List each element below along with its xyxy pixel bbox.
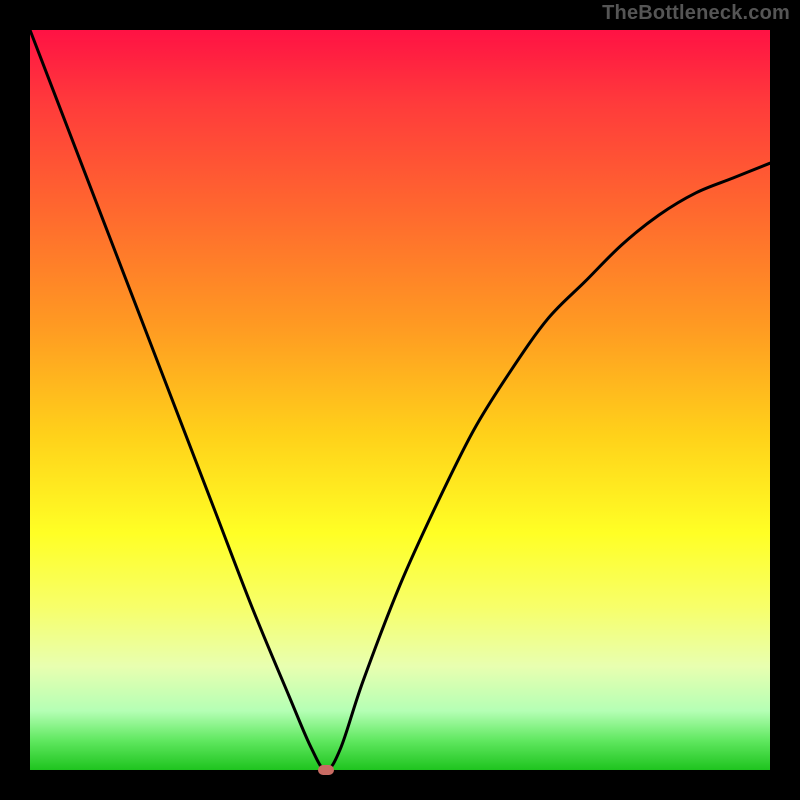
bottleneck-curve — [30, 30, 770, 770]
watermark-text: TheBottleneck.com — [602, 2, 790, 25]
plot-area — [30, 30, 770, 770]
curve-svg — [30, 30, 770, 770]
chart-frame: TheBottleneck.com — [0, 0, 800, 800]
optimal-point-marker — [318, 765, 334, 775]
